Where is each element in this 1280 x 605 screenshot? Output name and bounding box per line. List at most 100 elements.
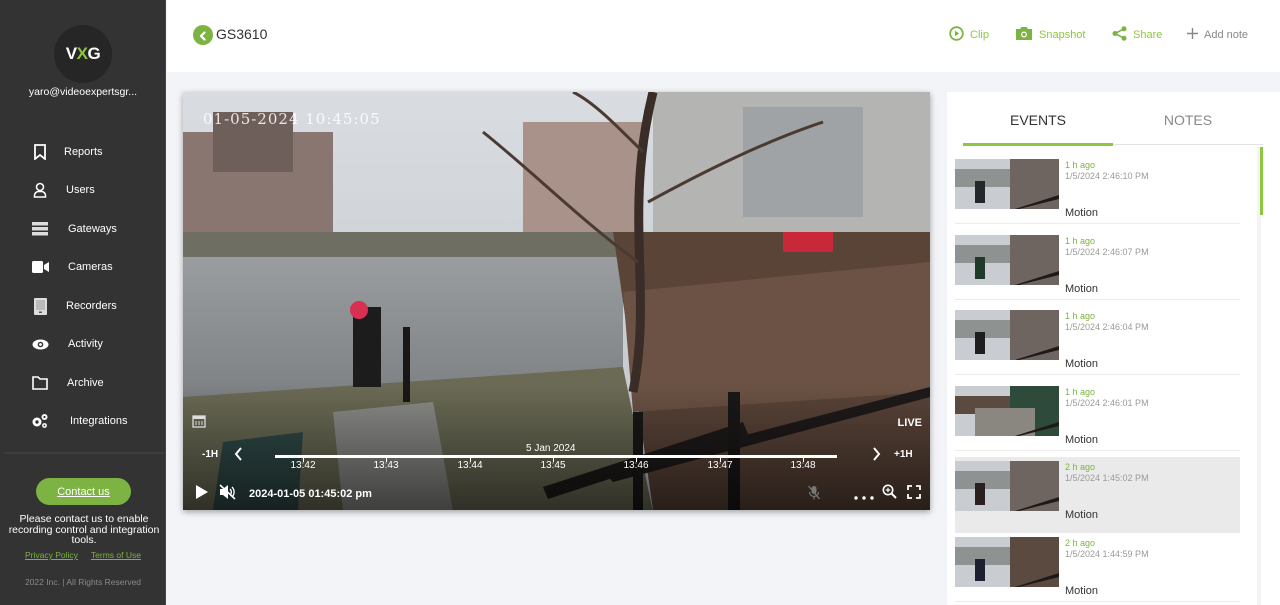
timeline-bar[interactable] bbox=[275, 455, 837, 458]
timeline-tick-label: 13:42 bbox=[290, 460, 316, 471]
snapshot-button[interactable]: Snapshot bbox=[1015, 24, 1085, 46]
camera-title: GS3610 bbox=[216, 26, 268, 42]
fullscreen-button[interactable] bbox=[906, 484, 922, 503]
speaker-muted-icon bbox=[218, 484, 236, 504]
ellipsis-icon bbox=[854, 485, 874, 504]
panel-tabs: EVENTS NOTES bbox=[963, 92, 1263, 147]
sidebar-item-label: Integrations bbox=[70, 415, 128, 427]
timeline-date: 5 Jan 2024 bbox=[526, 443, 576, 454]
server-icon bbox=[31, 220, 49, 238]
event-item[interactable]: 2 h ago 1/5/2024 1:45:02 PM Motion bbox=[955, 457, 1240, 534]
event-item[interactable]: 1 h ago 1/5/2024 2:46:07 PM Motion bbox=[955, 231, 1240, 307]
tab-events[interactable]: EVENTS bbox=[963, 92, 1113, 147]
user-email[interactable]: yaro@videoexpertsgr... bbox=[0, 86, 166, 98]
event-separator bbox=[955, 525, 1240, 527]
microphone-button[interactable] bbox=[807, 485, 821, 504]
sidebar-item-activity[interactable]: Activity bbox=[0, 326, 166, 362]
plus-icon bbox=[1187, 28, 1198, 42]
contact-us-button[interactable]: Contact us bbox=[36, 478, 131, 505]
timeline-tick-label: 13:44 bbox=[457, 460, 483, 471]
event-timestamp: 1/5/2024 1:44:59 PM bbox=[1065, 549, 1149, 559]
event-timestamp: 1/5/2024 2:46:01 PM bbox=[1065, 397, 1149, 408]
live-button[interactable]: LIVE bbox=[898, 417, 922, 429]
event-separator bbox=[955, 223, 1240, 224]
timeline-tick-label: 13:43 bbox=[373, 460, 399, 471]
event-thumbnail bbox=[955, 234, 1059, 285]
more-options-button[interactable] bbox=[853, 487, 875, 501]
privacy-policy-link[interactable]: Privacy Policy bbox=[25, 550, 78, 560]
sidebar-item-gateways[interactable]: Gateways bbox=[0, 211, 166, 247]
back-button[interactable] bbox=[193, 25, 213, 45]
zoom-in-icon bbox=[882, 484, 897, 503]
share-label: Share bbox=[1133, 29, 1163, 41]
timeline-tick-label: 13:48 bbox=[790, 460, 816, 471]
event-thumbnail bbox=[955, 159, 1059, 209]
sidebar-item-integrations[interactable]: Integrations bbox=[0, 403, 166, 439]
calendar-button[interactable] bbox=[191, 414, 207, 430]
event-relative-time: 2 h ago bbox=[1065, 462, 1096, 473]
play-button[interactable] bbox=[194, 485, 210, 503]
sidebar-item-label: Recorders bbox=[66, 300, 117, 312]
current-playback-time: 2024-01-05 01:45:02 pm bbox=[249, 488, 372, 500]
play-icon bbox=[195, 484, 209, 504]
sidebar-item-recorders[interactable]: Recorders bbox=[0, 288, 166, 324]
timeline-prev-button[interactable] bbox=[231, 446, 245, 464]
event-item[interactable]: 1 h ago 1/5/2024 2:46:01 PM Motion bbox=[955, 382, 1240, 458]
event-timestamp: 1/5/2024 1:45:02 PM bbox=[1065, 473, 1149, 484]
fullscreen-icon bbox=[907, 484, 921, 503]
calendar-icon bbox=[192, 413, 206, 432]
minus-hour-button[interactable]: -1H bbox=[202, 449, 218, 460]
mute-button[interactable] bbox=[218, 484, 236, 504]
event-item[interactable]: 2 h ago 1/5/2024 1:44:59 PM Motion bbox=[955, 533, 1240, 605]
event-relative-time: 1 h ago bbox=[1065, 311, 1096, 322]
page-header: GS3610 Clip Snapshot Share Add note bbox=[167, 0, 1280, 72]
sidebar-item-archive[interactable]: Archive bbox=[0, 365, 166, 401]
event-type: Motion bbox=[1065, 433, 1099, 446]
event-relative-time: 2 h ago bbox=[1065, 538, 1096, 548]
zoom-button[interactable] bbox=[881, 484, 897, 503]
tab-notes[interactable]: NOTES bbox=[1113, 92, 1263, 147]
events-scrollbar-thumb[interactable] bbox=[1260, 147, 1263, 215]
event-timestamp: 1/5/2024 2:46:04 PM bbox=[1065, 322, 1149, 333]
camera-icon bbox=[1015, 26, 1033, 44]
chevron-left-icon bbox=[198, 26, 208, 45]
event-item[interactable]: 1 h ago 1/5/2024 2:46:10 PM Motion bbox=[955, 155, 1240, 231]
clip-button[interactable]: Clip bbox=[949, 24, 989, 46]
video-player[interactable]: 01-05-2024 10:45:05 LIVE -1H 5 Jan 2024 … bbox=[183, 92, 930, 510]
sidebar-item-users[interactable]: Users bbox=[0, 172, 166, 208]
event-separator bbox=[955, 298, 1240, 300]
event-relative-time: 1 h ago bbox=[1065, 160, 1096, 170]
sidebar-item-label: Users bbox=[66, 184, 95, 196]
microphone-muted-icon bbox=[808, 485, 820, 504]
timeline-next-button[interactable] bbox=[869, 446, 883, 464]
event-thumbnail bbox=[955, 537, 1059, 587]
event-type: Motion bbox=[1065, 358, 1099, 371]
sidebar-item-cameras[interactable]: Cameras bbox=[0, 249, 166, 285]
events-panel: EVENTS NOTES 1 h ago 1/5/2024 2:46:10 PM M… bbox=[947, 92, 1280, 605]
sidebar: VXG yaro@videoexpertsgr... Reports Users… bbox=[0, 0, 166, 605]
sidebar-item-label: Cameras bbox=[68, 261, 113, 273]
event-thumbnail bbox=[955, 385, 1059, 436]
event-separator bbox=[955, 374, 1240, 376]
event-type: Motion bbox=[1065, 207, 1099, 219]
clip-label: Clip bbox=[970, 29, 989, 41]
event-relative-time: 1 h ago bbox=[1065, 386, 1096, 397]
event-item[interactable]: 1 h ago 1/5/2024 2:46:04 PM Motion bbox=[955, 306, 1240, 382]
event-thumbnail bbox=[955, 310, 1059, 361]
events-scrollbar[interactable] bbox=[1257, 147, 1261, 605]
plus-hour-button[interactable]: +1H bbox=[894, 449, 913, 460]
terms-of-use-link[interactable]: Terms of Use bbox=[91, 550, 141, 560]
sidebar-item-reports[interactable]: Reports bbox=[0, 134, 166, 170]
share-button[interactable]: Share bbox=[1112, 24, 1162, 46]
timeline-tick-label: 13:45 bbox=[540, 460, 566, 471]
event-type: Motion bbox=[1065, 282, 1099, 295]
add-note-button[interactable]: Add note bbox=[1187, 24, 1248, 46]
logo-text: V bbox=[65, 44, 77, 63]
sidebar-item-label: Activity bbox=[68, 338, 103, 350]
sidebar-item-label: Reports bbox=[64, 146, 103, 158]
vxg-logo[interactable]: VXG bbox=[54, 25, 112, 83]
chevron-left-icon bbox=[234, 446, 243, 465]
active-tab-indicator bbox=[963, 143, 1113, 146]
recorder-icon bbox=[31, 297, 49, 315]
event-timestamp: 1/5/2024 2:46:10 PM bbox=[1065, 171, 1149, 181]
